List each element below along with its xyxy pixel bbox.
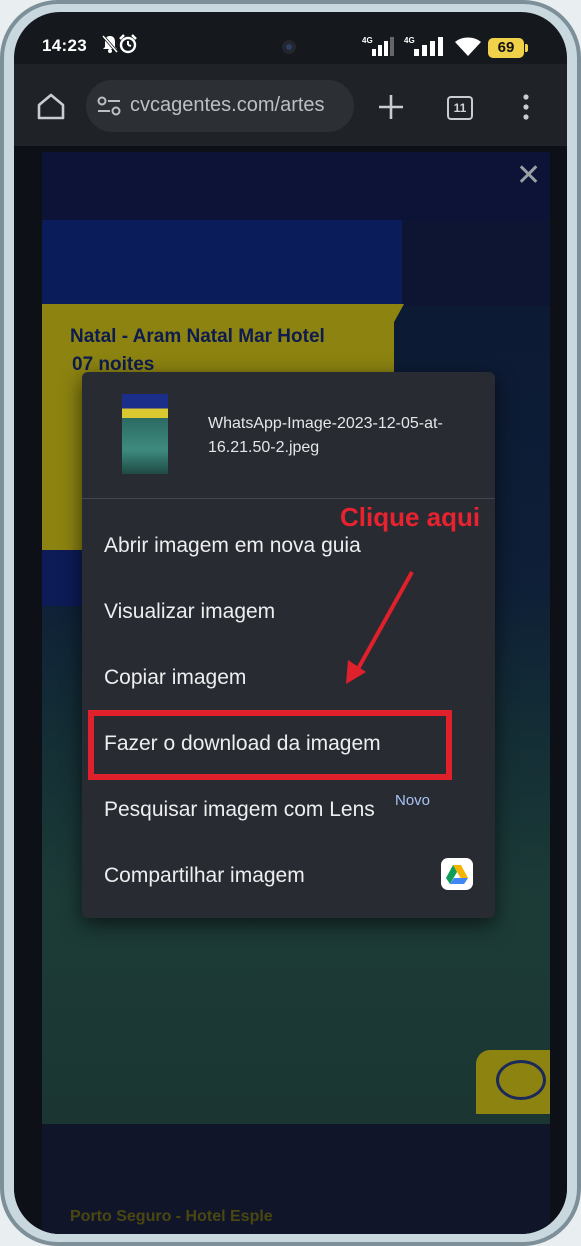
menu-item-share-image[interactable]: Compartilhar imagem	[104, 864, 305, 888]
image-file-name: WhatsApp-Image-2023-12-05-at-16.21.50-2.…	[208, 415, 443, 456]
menu-divider	[82, 498, 495, 499]
browser-toolbar: cvcagentes.com/artes 11	[14, 64, 567, 146]
wifi-icon	[454, 36, 482, 63]
status-bar: 14:23 4G 4G 69	[14, 12, 567, 64]
phone-screen: 14:23 4G 4G 69 cvcagentes.com/artes 11 ✕…	[14, 12, 567, 1234]
new-tab-icon[interactable]	[378, 94, 404, 125]
status-time: 14:23	[42, 36, 87, 55]
home-icon[interactable]	[36, 92, 66, 125]
front-camera	[282, 40, 296, 54]
image-top-strip	[42, 152, 550, 220]
promo-banner-tip	[382, 304, 404, 344]
promo-title: Natal - Aram Natal Mar Hotel	[70, 326, 325, 347]
image-header-dark	[402, 220, 550, 306]
next-image-title: Porto Seguro - Hotel Esple	[70, 1208, 273, 1225]
menu-item-copy-image[interactable]: Copiar imagem	[104, 666, 246, 690]
cvc-logo-mark	[496, 1060, 546, 1100]
image-context-menu: WhatsApp-Image-2023-12-05-at-16.21.50-2.…	[82, 372, 495, 918]
menu-item-open-new-tab[interactable]: Abrir imagem em nova guia	[104, 534, 361, 558]
signal-icon	[372, 36, 396, 61]
google-drive-icon[interactable]	[441, 858, 473, 890]
close-icon[interactable]: ✕	[516, 158, 541, 193]
more-options-icon[interactable]	[522, 94, 530, 125]
alarm-clock-icon	[118, 34, 138, 59]
new-badge: Novo	[395, 792, 431, 809]
site-settings-icon[interactable]	[96, 94, 122, 123]
menu-item-view-image[interactable]: Visualizar imagem	[104, 600, 275, 624]
annotation-label: Clique aqui	[340, 502, 481, 532]
tab-switcher-button[interactable]: 11	[447, 96, 473, 120]
address-bar[interactable]: cvcagentes.com/artes	[86, 80, 354, 132]
annotation-arrow-icon	[340, 568, 420, 693]
annotation-highlight-box	[88, 710, 452, 780]
image-thumbnail	[122, 394, 168, 474]
url-text: cvcagentes.com/artes	[130, 94, 325, 116]
signal-icon-2	[414, 36, 444, 61]
muted-bell-icon	[100, 34, 120, 59]
menu-item-search-lens[interactable]: Pesquisar imagem com Lens	[104, 798, 375, 822]
battery-indicator: 69	[488, 38, 528, 58]
